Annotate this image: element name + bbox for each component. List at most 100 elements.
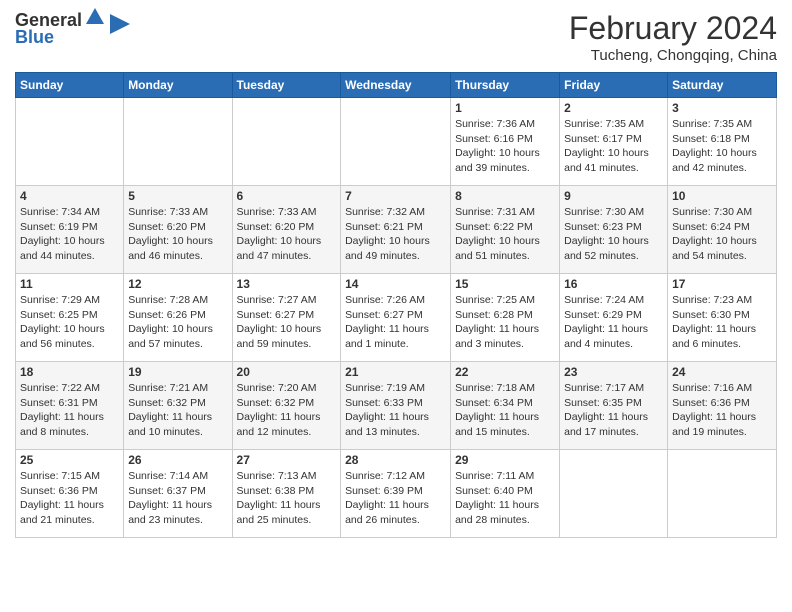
calendar-table: SundayMondayTuesdayWednesdayThursdayFrid…: [15, 72, 777, 538]
calendar-cell: 4 Sunrise: 7:34 AM Sunset: 6:19 PM Daylig…: [16, 186, 124, 274]
day-number: 1: [455, 101, 555, 115]
calendar-title: February 2024: [569, 10, 777, 47]
logo-icon: [84, 6, 106, 28]
day-number: 27: [237, 453, 337, 467]
calendar-cell: 16Sunrise: 7:24 AM Sunset: 6:29 PM Dayli…: [560, 274, 668, 362]
header-monday: Monday: [124, 73, 232, 98]
calendar-cell: 3 Sunrise: 7:35 AM Sunset: 6:18 PM Daylig…: [668, 98, 777, 186]
week-row-3: 11 Sunrise: 7:29 AM Sunset: 6:25 PM Dayli…: [16, 274, 777, 362]
calendar-cell: 5 Sunrise: 7:33 AM Sunset: 6:20 PM Daylig…: [124, 186, 232, 274]
calendar-cell: 25 Sunrise: 7:15 AM Sunset: 6:36 PM Dayli…: [16, 450, 124, 538]
day-info: Sunrise: 7:32 AM Sunset: 6:21 PM Dayligh…: [345, 205, 446, 264]
day-number: 15: [455, 277, 555, 291]
calendar-cell: 20Sunrise: 7:20 AM Sunset: 6:32 PM Dayli…: [232, 362, 341, 450]
calendar-cell: 12Sunrise: 7:28 AM Sunset: 6:26 PM Dayli…: [124, 274, 232, 362]
day-number: 6: [237, 189, 337, 203]
calendar-cell: 13 Sunrise: 7:27 AM Sunset: 6:27 PM Dayli…: [232, 274, 341, 362]
day-info: Sunrise: 7:20 AM Sunset: 6:32 PM Dayligh…: [237, 381, 337, 440]
day-info: Sunrise: 7:17 AM Sunset: 6:35 PM Dayligh…: [564, 381, 663, 440]
day-info: Sunrise: 7:13 AM Sunset: 6:38 PM Dayligh…: [237, 469, 337, 528]
day-number: 16: [564, 277, 663, 291]
calendar-cell: [232, 98, 341, 186]
week-row-1: 1Sunrise: 7:36 AM Sunset: 6:16 PM Daylig…: [16, 98, 777, 186]
day-info: Sunrise: 7:23 AM Sunset: 6:30 PM Dayligh…: [672, 293, 772, 352]
calendar-cell: [124, 98, 232, 186]
week-row-4: 18Sunrise: 7:22 AM Sunset: 6:31 PM Dayli…: [16, 362, 777, 450]
header-tuesday: Tuesday: [232, 73, 341, 98]
day-number: 4: [20, 189, 119, 203]
day-info: Sunrise: 7:16 AM Sunset: 6:36 PM Dayligh…: [672, 381, 772, 440]
day-info: Sunrise: 7:30 AM Sunset: 6:24 PM Dayligh…: [672, 205, 772, 264]
day-info: Sunrise: 7:29 AM Sunset: 6:25 PM Dayligh…: [20, 293, 119, 352]
calendar-cell: 28Sunrise: 7:12 AM Sunset: 6:39 PM Dayli…: [341, 450, 451, 538]
calendar-cell: [16, 98, 124, 186]
day-info: Sunrise: 7:14 AM Sunset: 6:37 PM Dayligh…: [128, 469, 227, 528]
calendar-cell: 27 Sunrise: 7:13 AM Sunset: 6:38 PM Dayli…: [232, 450, 341, 538]
day-number: 2: [564, 101, 663, 115]
day-number: 18: [20, 365, 119, 379]
day-number: 10: [672, 189, 772, 203]
day-info: Sunrise: 7:35 AM Sunset: 6:17 PM Dayligh…: [564, 117, 663, 176]
day-number: 25: [20, 453, 119, 467]
day-number: 21: [345, 365, 446, 379]
calendar-cell: 2 Sunrise: 7:35 AM Sunset: 6:17 PM Daylig…: [560, 98, 668, 186]
day-number: 26: [128, 453, 227, 467]
day-info: Sunrise: 7:33 AM Sunset: 6:20 PM Dayligh…: [128, 205, 227, 264]
calendar-cell: 17 Sunrise: 7:23 AM Sunset: 6:30 PM Dayli…: [668, 274, 777, 362]
day-info: Sunrise: 7:21 AM Sunset: 6:32 PM Dayligh…: [128, 381, 227, 440]
calendar-cell: 10 Sunrise: 7:30 AM Sunset: 6:24 PM Dayli…: [668, 186, 777, 274]
day-number: 3: [672, 101, 772, 115]
calendar-cell: 29 Sunrise: 7:11 AM Sunset: 6:40 PM Dayli…: [451, 450, 560, 538]
day-info: Sunrise: 7:27 AM Sunset: 6:27 PM Dayligh…: [237, 293, 337, 352]
calendar-cell: 9Sunrise: 7:30 AM Sunset: 6:23 PM Daylig…: [560, 186, 668, 274]
day-info: Sunrise: 7:18 AM Sunset: 6:34 PM Dayligh…: [455, 381, 555, 440]
calendar-cell: 24 Sunrise: 7:16 AM Sunset: 6:36 PM Dayli…: [668, 362, 777, 450]
calendar-cell: 26 Sunrise: 7:14 AM Sunset: 6:37 PM Dayli…: [124, 450, 232, 538]
day-info: Sunrise: 7:25 AM Sunset: 6:28 PM Dayligh…: [455, 293, 555, 352]
day-number: 28: [345, 453, 446, 467]
calendar-cell: 22 Sunrise: 7:18 AM Sunset: 6:34 PM Dayli…: [451, 362, 560, 450]
calendar-cell: 15 Sunrise: 7:25 AM Sunset: 6:28 PM Dayli…: [451, 274, 560, 362]
day-info: Sunrise: 7:35 AM Sunset: 6:18 PM Dayligh…: [672, 117, 772, 176]
header-thursday: Thursday: [451, 73, 560, 98]
header-friday: Friday: [560, 73, 668, 98]
calendar-page: General Blue February 2024 Tucheng, Chon…: [0, 0, 792, 612]
calendar-cell: 14Sunrise: 7:26 AM Sunset: 6:27 PM Dayli…: [341, 274, 451, 362]
day-info: Sunrise: 7:26 AM Sunset: 6:27 PM Dayligh…: [345, 293, 446, 352]
day-info: Sunrise: 7:34 AM Sunset: 6:19 PM Dayligh…: [20, 205, 119, 264]
title-block: February 2024 Tucheng, Chongqing, China: [569, 10, 777, 64]
calendar-cell: [560, 450, 668, 538]
day-number: 24: [672, 365, 772, 379]
calendar-cell: 1Sunrise: 7:36 AM Sunset: 6:16 PM Daylig…: [451, 98, 560, 186]
calendar-cell: 18Sunrise: 7:22 AM Sunset: 6:31 PM Dayli…: [16, 362, 124, 450]
calendar-cell: 8 Sunrise: 7:31 AM Sunset: 6:22 PM Daylig…: [451, 186, 560, 274]
day-info: Sunrise: 7:15 AM Sunset: 6:36 PM Dayligh…: [20, 469, 119, 528]
day-number: 8: [455, 189, 555, 203]
header-saturday: Saturday: [668, 73, 777, 98]
day-number: 13: [237, 277, 337, 291]
day-info: Sunrise: 7:11 AM Sunset: 6:40 PM Dayligh…: [455, 469, 555, 528]
day-number: 22: [455, 365, 555, 379]
calendar-cell: 7 Sunrise: 7:32 AM Sunset: 6:21 PM Daylig…: [341, 186, 451, 274]
day-number: 9: [564, 189, 663, 203]
week-row-2: 4 Sunrise: 7:34 AM Sunset: 6:19 PM Daylig…: [16, 186, 777, 274]
day-number: 12: [128, 277, 227, 291]
day-header-row: SundayMondayTuesdayWednesdayThursdayFrid…: [16, 73, 777, 98]
calendar-cell: 23 Sunrise: 7:17 AM Sunset: 6:35 PM Dayli…: [560, 362, 668, 450]
day-number: 11: [20, 277, 119, 291]
day-number: 7: [345, 189, 446, 203]
calendar-cell: 11 Sunrise: 7:29 AM Sunset: 6:25 PM Dayli…: [16, 274, 124, 362]
week-row-5: 25 Sunrise: 7:15 AM Sunset: 6:36 PM Dayli…: [16, 450, 777, 538]
logo-flag-icon: [106, 10, 134, 38]
day-number: 5: [128, 189, 227, 203]
calendar-cell: 21Sunrise: 7:19 AM Sunset: 6:33 PM Dayli…: [341, 362, 451, 450]
day-info: Sunrise: 7:31 AM Sunset: 6:22 PM Dayligh…: [455, 205, 555, 264]
header: General Blue February 2024 Tucheng, Chon…: [15, 10, 777, 64]
day-number: 17: [672, 277, 772, 291]
day-number: 29: [455, 453, 555, 467]
day-number: 23: [564, 365, 663, 379]
header-wednesday: Wednesday: [341, 73, 451, 98]
calendar-subtitle: Tucheng, Chongqing, China: [569, 47, 777, 64]
day-number: 19: [128, 365, 227, 379]
day-info: Sunrise: 7:33 AM Sunset: 6:20 PM Dayligh…: [237, 205, 337, 264]
